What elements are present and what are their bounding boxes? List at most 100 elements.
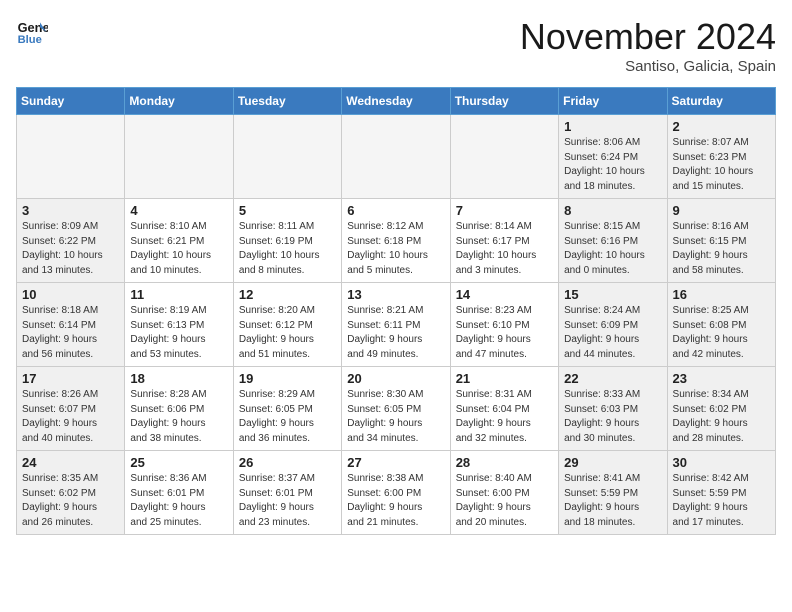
- calendar-cell: 8 Sunrise: 8:15 AM Sunset: 6:16 PM Daylig…: [559, 199, 667, 283]
- cell-info: Sunrise: 8:29 AM Sunset: 6:05 PM Dayligh…: [239, 388, 336, 446]
- calendar-cell: 25 Sunrise: 8:36 AM Sunset: 6:01 PM Dayli…: [125, 451, 233, 535]
- location: Santiso, Galicia, Spain: [520, 58, 776, 75]
- calendar-cell: 3 Sunrise: 8:09 AM Sunset: 6:22 PM Daylig…: [17, 199, 125, 283]
- cell-info: Sunrise: 8:10 AM Sunset: 6:21 PM Dayligh…: [130, 220, 227, 278]
- day-number: 15: [564, 287, 661, 302]
- cell-info: Sunrise: 8:30 AM Sunset: 6:05 PM Dayligh…: [347, 388, 444, 446]
- calendar-cell: 21Sunrise: 8:31 AM Sunset: 6:04 PM Dayli…: [450, 367, 558, 451]
- cell-info: Sunrise: 8:23 AM Sunset: 6:10 PM Dayligh…: [456, 304, 553, 362]
- day-number: 24: [22, 455, 119, 470]
- calendar-cell: 20 Sunrise: 8:30 AM Sunset: 6:05 PM Dayli…: [342, 367, 450, 451]
- calendar-cell: 15 Sunrise: 8:24 AM Sunset: 6:09 PM Dayli…: [559, 283, 667, 367]
- calendar-cell: 18 Sunrise: 8:28 AM Sunset: 6:06 PM Dayli…: [125, 367, 233, 451]
- day-number: 18: [130, 371, 227, 386]
- cell-info: Sunrise: 8:15 AM Sunset: 6:16 PM Dayligh…: [564, 220, 661, 278]
- day-header-thursday: Thursday: [450, 88, 558, 115]
- calendar-cell: 9Sunrise: 8:16 AM Sunset: 6:15 PM Daylig…: [667, 199, 775, 283]
- cell-info: Sunrise: 8:37 AM Sunset: 6:01 PM Dayligh…: [239, 472, 336, 530]
- day-header-monday: Monday: [125, 88, 233, 115]
- calendar-cell: 30 Sunrise: 8:42 AM Sunset: 5:59 PM Dayli…: [667, 451, 775, 535]
- day-number: 4: [130, 203, 227, 218]
- day-number: 12: [239, 287, 336, 302]
- day-number: 19: [239, 371, 336, 386]
- day-number: 23: [673, 371, 770, 386]
- day-number: 28: [456, 455, 553, 470]
- cell-info: Sunrise: 8:24 AM Sunset: 6:09 PM Dayligh…: [564, 304, 661, 362]
- calendar-cell: 16 Sunrise: 8:25 AM Sunset: 6:08 PM Dayli…: [667, 283, 775, 367]
- calendar-week-1: 1 Sunrise: 8:06 AM Sunset: 6:24 PM Daylig…: [17, 115, 776, 199]
- calendar-cell: 12Sunrise: 8:20 AM Sunset: 6:12 PM Dayli…: [233, 283, 341, 367]
- day-number: 7: [456, 203, 553, 218]
- cell-info: Sunrise: 8:19 AM Sunset: 6:13 PM Dayligh…: [130, 304, 227, 362]
- month-title: November 2024: [520, 16, 776, 58]
- calendar-week-3: 10Sunrise: 8:18 AM Sunset: 6:14 PM Dayli…: [17, 283, 776, 367]
- cell-info: Sunrise: 8:41 AM Sunset: 5:59 PM Dayligh…: [564, 472, 661, 530]
- day-header-sunday: Sunday: [17, 88, 125, 115]
- day-number: 25: [130, 455, 227, 470]
- calendar-cell: 7 Sunrise: 8:14 AM Sunset: 6:17 PM Daylig…: [450, 199, 558, 283]
- day-number: 17: [22, 371, 119, 386]
- cell-info: Sunrise: 8:07 AM Sunset: 6:23 PM Dayligh…: [673, 136, 770, 194]
- day-number: 20: [347, 371, 444, 386]
- calendar-cell: 24Sunrise: 8:35 AM Sunset: 6:02 PM Dayli…: [17, 451, 125, 535]
- logo: General Blue: [16, 16, 48, 48]
- calendar-cell: 11 Sunrise: 8:19 AM Sunset: 6:13 PM Dayli…: [125, 283, 233, 367]
- day-number: 11: [130, 287, 227, 302]
- calendar-cell: [342, 115, 450, 199]
- day-number: 29: [564, 455, 661, 470]
- day-header-saturday: Saturday: [667, 88, 775, 115]
- calendar-cell: 10Sunrise: 8:18 AM Sunset: 6:14 PM Dayli…: [17, 283, 125, 367]
- calendar-cell: 19 Sunrise: 8:29 AM Sunset: 6:05 PM Dayli…: [233, 367, 341, 451]
- cell-info: Sunrise: 8:14 AM Sunset: 6:17 PM Dayligh…: [456, 220, 553, 278]
- calendar-header-row: SundayMondayTuesdayWednesdayThursdayFrid…: [17, 88, 776, 115]
- calendar-cell: [125, 115, 233, 199]
- calendar-cell: 4 Sunrise: 8:10 AM Sunset: 6:21 PM Daylig…: [125, 199, 233, 283]
- calendar-week-2: 3 Sunrise: 8:09 AM Sunset: 6:22 PM Daylig…: [17, 199, 776, 283]
- calendar-cell: 6Sunrise: 8:12 AM Sunset: 6:18 PM Daylig…: [342, 199, 450, 283]
- cell-info: Sunrise: 8:28 AM Sunset: 6:06 PM Dayligh…: [130, 388, 227, 446]
- calendar-cell: 1 Sunrise: 8:06 AM Sunset: 6:24 PM Daylig…: [559, 115, 667, 199]
- logo-icon: General Blue: [16, 16, 48, 48]
- day-number: 1: [564, 119, 661, 134]
- calendar-week-5: 24Sunrise: 8:35 AM Sunset: 6:02 PM Dayli…: [17, 451, 776, 535]
- calendar-cell: 26Sunrise: 8:37 AM Sunset: 6:01 PM Dayli…: [233, 451, 341, 535]
- cell-info: Sunrise: 8:36 AM Sunset: 6:01 PM Dayligh…: [130, 472, 227, 530]
- calendar-cell: 13Sunrise: 8:21 AM Sunset: 6:11 PM Dayli…: [342, 283, 450, 367]
- cell-info: Sunrise: 8:25 AM Sunset: 6:08 PM Dayligh…: [673, 304, 770, 362]
- cell-info: Sunrise: 8:42 AM Sunset: 5:59 PM Dayligh…: [673, 472, 770, 530]
- day-number: 10: [22, 287, 119, 302]
- cell-info: Sunrise: 8:09 AM Sunset: 6:22 PM Dayligh…: [22, 220, 119, 278]
- day-number: 13: [347, 287, 444, 302]
- calendar-cell: 23Sunrise: 8:34 AM Sunset: 6:02 PM Dayli…: [667, 367, 775, 451]
- day-header-tuesday: Tuesday: [233, 88, 341, 115]
- calendar-cell: 17Sunrise: 8:26 AM Sunset: 6:07 PM Dayli…: [17, 367, 125, 451]
- cell-info: Sunrise: 8:33 AM Sunset: 6:03 PM Dayligh…: [564, 388, 661, 446]
- calendar-cell: [233, 115, 341, 199]
- day-number: 5: [239, 203, 336, 218]
- day-number: 22: [564, 371, 661, 386]
- calendar-cell: [17, 115, 125, 199]
- calendar-cell: 5 Sunrise: 8:11 AM Sunset: 6:19 PM Daylig…: [233, 199, 341, 283]
- day-header-wednesday: Wednesday: [342, 88, 450, 115]
- cell-info: Sunrise: 8:16 AM Sunset: 6:15 PM Dayligh…: [673, 220, 770, 278]
- svg-text:Blue: Blue: [18, 34, 42, 46]
- calendar-cell: 27Sunrise: 8:38 AM Sunset: 6:00 PM Dayli…: [342, 451, 450, 535]
- calendar-cell: 29 Sunrise: 8:41 AM Sunset: 5:59 PM Dayli…: [559, 451, 667, 535]
- day-number: 16: [673, 287, 770, 302]
- cell-info: Sunrise: 8:11 AM Sunset: 6:19 PM Dayligh…: [239, 220, 336, 278]
- calendar-cell: 28 Sunrise: 8:40 AM Sunset: 6:00 PM Dayli…: [450, 451, 558, 535]
- cell-info: Sunrise: 8:31 AM Sunset: 6:04 PM Dayligh…: [456, 388, 553, 446]
- calendar-cell: 22 Sunrise: 8:33 AM Sunset: 6:03 PM Dayli…: [559, 367, 667, 451]
- calendar-cell: 14 Sunrise: 8:23 AM Sunset: 6:10 PM Dayli…: [450, 283, 558, 367]
- cell-info: Sunrise: 8:06 AM Sunset: 6:24 PM Dayligh…: [564, 136, 661, 194]
- calendar-table: SundayMondayTuesdayWednesdayThursdayFrid…: [16, 87, 776, 535]
- calendar-cell: [450, 115, 558, 199]
- calendar-cell: 2 Sunrise: 8:07 AM Sunset: 6:23 PM Daylig…: [667, 115, 775, 199]
- day-number: 8: [564, 203, 661, 218]
- day-number: 3: [22, 203, 119, 218]
- day-number: 2: [673, 119, 770, 134]
- day-number: 30: [673, 455, 770, 470]
- cell-info: Sunrise: 8:40 AM Sunset: 6:00 PM Dayligh…: [456, 472, 553, 530]
- day-number: 14: [456, 287, 553, 302]
- calendar-week-4: 17Sunrise: 8:26 AM Sunset: 6:07 PM Dayli…: [17, 367, 776, 451]
